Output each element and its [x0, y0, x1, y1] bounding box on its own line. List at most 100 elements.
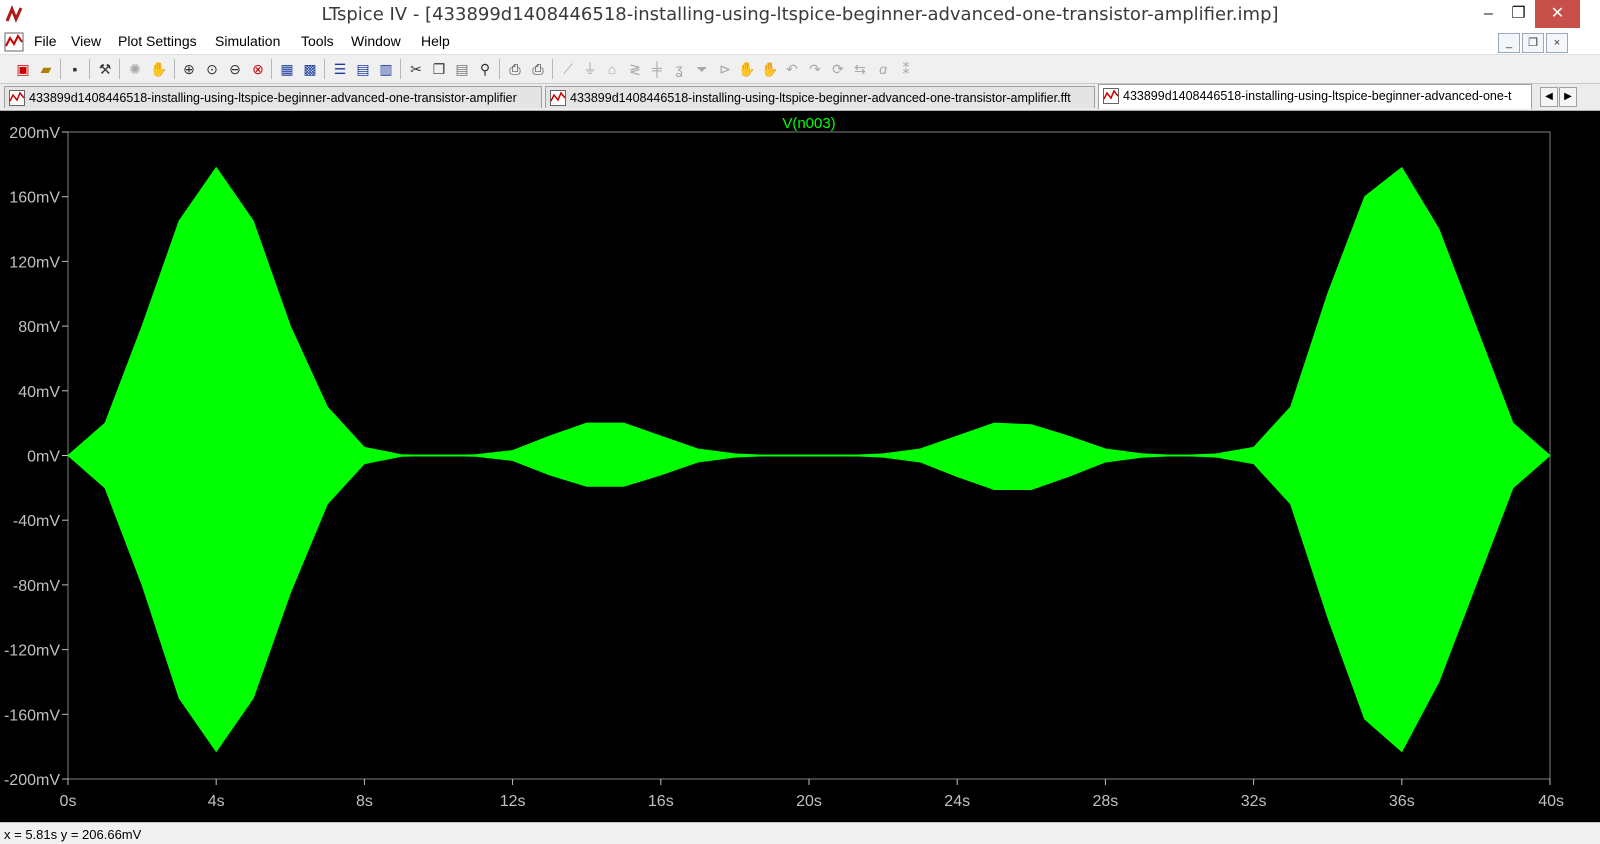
y-tick-label: 80mV — [18, 319, 60, 336]
mdi-close-button[interactable]: × — [1546, 33, 1568, 53]
waveform-tab-icon — [1103, 88, 1119, 104]
control-panel-icon[interactable]: ⚒ — [96, 60, 114, 78]
tab-label: 433899d1408446518-installing-using-ltspi… — [29, 91, 517, 105]
y-tick-label: -200mV — [4, 772, 60, 789]
cursor-readout: x = 5.81s y = 206.66mV — [4, 827, 142, 842]
close-window-button[interactable]: ✕ — [1535, 0, 1580, 28]
mirror-icon[interactable]: ⇆ — [851, 60, 869, 78]
menu-tools[interactable]: Tools — [301, 33, 334, 49]
status-bar: x = 5.81s y = 206.66mV — [0, 822, 1600, 844]
title-bar: LTspice IV - [433899d1408446518-installi… — [0, 0, 1600, 31]
tab-scroll-right-button[interactable]: ▶ — [1559, 87, 1577, 107]
zoom-out-icon[interactable]: ⊖ — [226, 60, 244, 78]
find-icon[interactable]: ⚲ — [476, 60, 494, 78]
x-tick-label: 16s — [648, 793, 674, 810]
ground-icon[interactable]: ⏚ — [581, 60, 599, 78]
menu-help[interactable]: Help — [421, 33, 450, 49]
paste-icon[interactable]: ▤ — [453, 60, 471, 78]
tile-horizontal-icon[interactable]: ☰ — [331, 60, 349, 78]
component-icon[interactable]: ⊳ — [716, 60, 734, 78]
toolbar: ▣ ▰ ▪ ⚒ ✺ ✋ ⊕ ⊙ ⊖ ⊗ ▦ ▩ ☰ ▤ ▥ ✂ ❐ ▤ ⚲ ⎙ … — [0, 55, 1600, 84]
menu-view[interactable]: View — [71, 33, 101, 49]
resistor-icon[interactable]: ≷ — [626, 60, 644, 78]
menu-window[interactable]: Window — [351, 33, 401, 49]
x-tick-label: 40s — [1538, 793, 1564, 810]
x-tick-label: 8s — [356, 793, 373, 810]
tab-fft[interactable]: 433899d1408446518-installing-using-ltspi… — [545, 86, 1095, 108]
drag-icon[interactable]: ✋ — [761, 60, 779, 78]
tab-scroll-left-button[interactable]: ◀ — [1540, 87, 1558, 107]
text-icon[interactable]: ɑ — [874, 60, 892, 78]
waveform-plot[interactable]: 200mV 160mV 120mV 80mV 40mV 0mV -40mV -80mV -120… — [0, 111, 1600, 822]
print-preview-icon[interactable]: ⎙ — [506, 60, 524, 78]
trace-label: V(n003) — [782, 115, 835, 132]
grid-icon[interactable]: ▩ — [301, 60, 319, 78]
y-tick-label: 200mV — [9, 125, 60, 142]
document-tab-bar: 433899d1408446518-installing-using-ltspi… — [0, 84, 1600, 111]
tile-vertical-icon[interactable]: ▤ — [354, 60, 372, 78]
y-tick-label: -80mV — [13, 578, 60, 595]
open-icon[interactable]: ▰ — [37, 60, 55, 78]
tab-schematic[interactable]: 433899d1408446518-installing-using-ltspi… — [4, 86, 542, 108]
waveform-tab-icon — [550, 90, 566, 106]
redo-icon[interactable]: ↷ — [806, 60, 824, 78]
x-tick-label: 24s — [944, 793, 970, 810]
cut-icon[interactable]: ✂ — [407, 60, 425, 78]
move-icon[interactable]: ✋ — [738, 60, 756, 78]
save-icon[interactable]: ▪ — [66, 60, 84, 78]
pan-hand-icon[interactable]: ✋ — [150, 60, 168, 78]
y-tick-label: -160mV — [4, 707, 60, 724]
mdi-minimize-button[interactable]: _ — [1498, 33, 1520, 53]
toolbar-separator — [271, 59, 272, 79]
y-tick-label: 0mV — [27, 449, 60, 466]
run-icon[interactable]: ✺ — [126, 60, 144, 78]
y-tick-label: 120mV — [9, 254, 60, 271]
toolbar-separator — [324, 59, 325, 79]
waveform-viewer-icon[interactable] — [4, 32, 24, 52]
toolbar-separator — [89, 59, 90, 79]
x-tick-label: 4s — [208, 793, 225, 810]
print-icon[interactable]: ⎙ — [529, 60, 547, 78]
menu-plot-settings[interactable]: Plot Settings — [118, 33, 197, 49]
toolbar-separator — [60, 59, 61, 79]
menu-simulation[interactable]: Simulation — [215, 33, 280, 49]
menu-file[interactable]: File — [34, 33, 57, 49]
autorange-icon[interactable]: ▦ — [278, 60, 296, 78]
x-tick-label: 36s — [1389, 793, 1415, 810]
y-tick-label: -120mV — [4, 643, 60, 660]
waveform-tab-icon — [9, 90, 25, 106]
inductor-icon[interactable]: ʓ — [670, 60, 688, 78]
spice-directive-icon[interactable]: ⁑ — [897, 60, 915, 78]
draw-wire-icon[interactable]: ⟋ — [559, 60, 577, 78]
x-tick-label: 32s — [1241, 793, 1267, 810]
cascade-icon[interactable]: ▥ — [377, 60, 395, 78]
menu-bar: File View Plot Settings Simulation Tools… — [0, 30, 1600, 55]
copy-icon[interactable]: ❐ — [430, 60, 448, 78]
x-tick-label: 0s — [60, 793, 77, 810]
rotate-icon[interactable]: ⟳ — [829, 60, 847, 78]
capacitor-icon[interactable]: ╪ — [648, 60, 666, 78]
y-tick-label: -40mV — [13, 513, 60, 530]
zoom-in-icon[interactable]: ⊙ — [203, 60, 221, 78]
toolbar-separator — [174, 59, 175, 79]
toolbar-separator — [400, 59, 401, 79]
toolbar-separator — [499, 59, 500, 79]
tab-imp-active[interactable]: 433899d1408446518-installing-using-ltspi… — [1098, 84, 1532, 109]
tab-label: 433899d1408446518-installing-using-ltspi… — [1123, 89, 1512, 103]
diode-icon[interactable]: ⏷ — [693, 60, 711, 78]
label-net-icon[interactable]: ⌂ — [603, 60, 621, 78]
tab-label: 433899d1408446518-installing-using-ltspi… — [570, 91, 1071, 105]
zoom-fit-icon[interactable]: ⊗ — [249, 60, 267, 78]
zoom-area-icon[interactable]: ⊕ — [180, 60, 198, 78]
series-envelope — [67, 167, 1551, 753]
mdi-restore-button[interactable]: ❐ — [1522, 33, 1544, 53]
y-tick-label: 160mV — [9, 190, 60, 207]
undo-icon[interactable]: ↶ — [783, 60, 801, 78]
x-tick-label: 28s — [1093, 793, 1119, 810]
y-tick-label: 40mV — [18, 384, 60, 401]
new-schematic-icon[interactable]: ▣ — [14, 60, 32, 78]
toolbar-separator — [119, 59, 120, 79]
x-tick-label: 20s — [796, 793, 822, 810]
x-tick-label: 12s — [500, 793, 526, 810]
window-title: LTspice IV - [433899d1408446518-installi… — [321, 4, 1279, 25]
